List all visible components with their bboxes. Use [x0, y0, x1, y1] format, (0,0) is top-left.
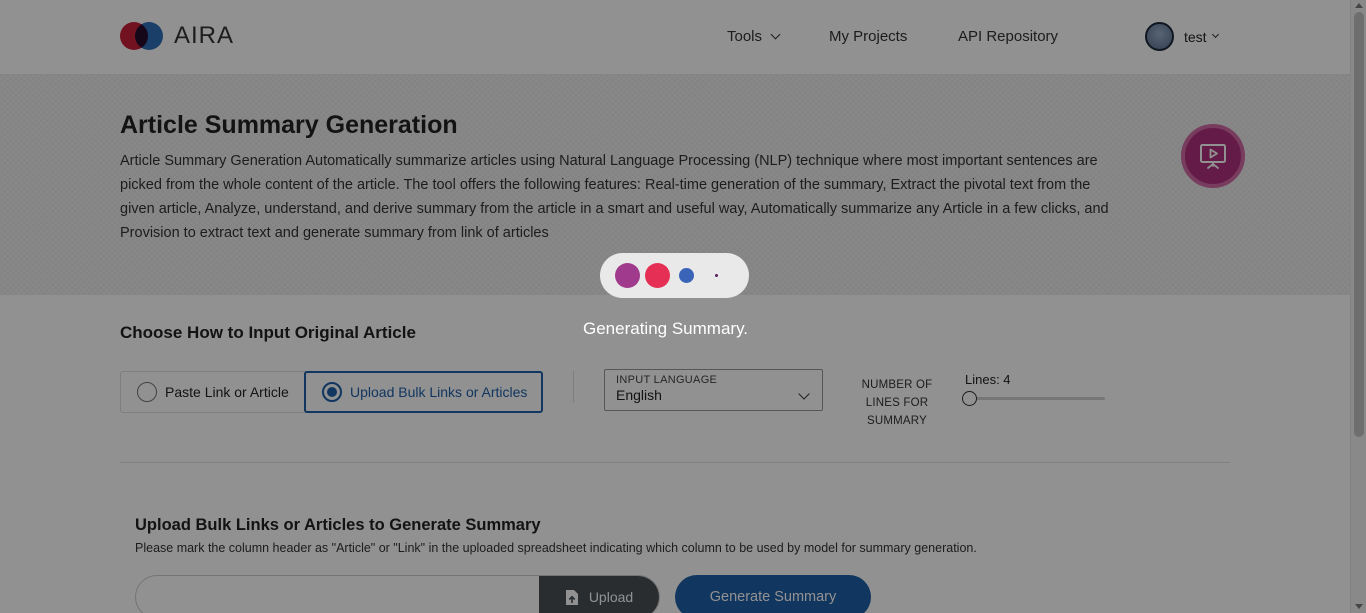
loader-dot	[679, 268, 694, 283]
loading-indicator	[600, 253, 749, 298]
loader-dot	[715, 274, 718, 277]
loading-message: Generating Summary.	[583, 319, 749, 338]
loading-overlay: Generating Summary.	[0, 0, 1366, 613]
loader-dot	[645, 263, 670, 288]
loader-dot	[615, 263, 640, 288]
